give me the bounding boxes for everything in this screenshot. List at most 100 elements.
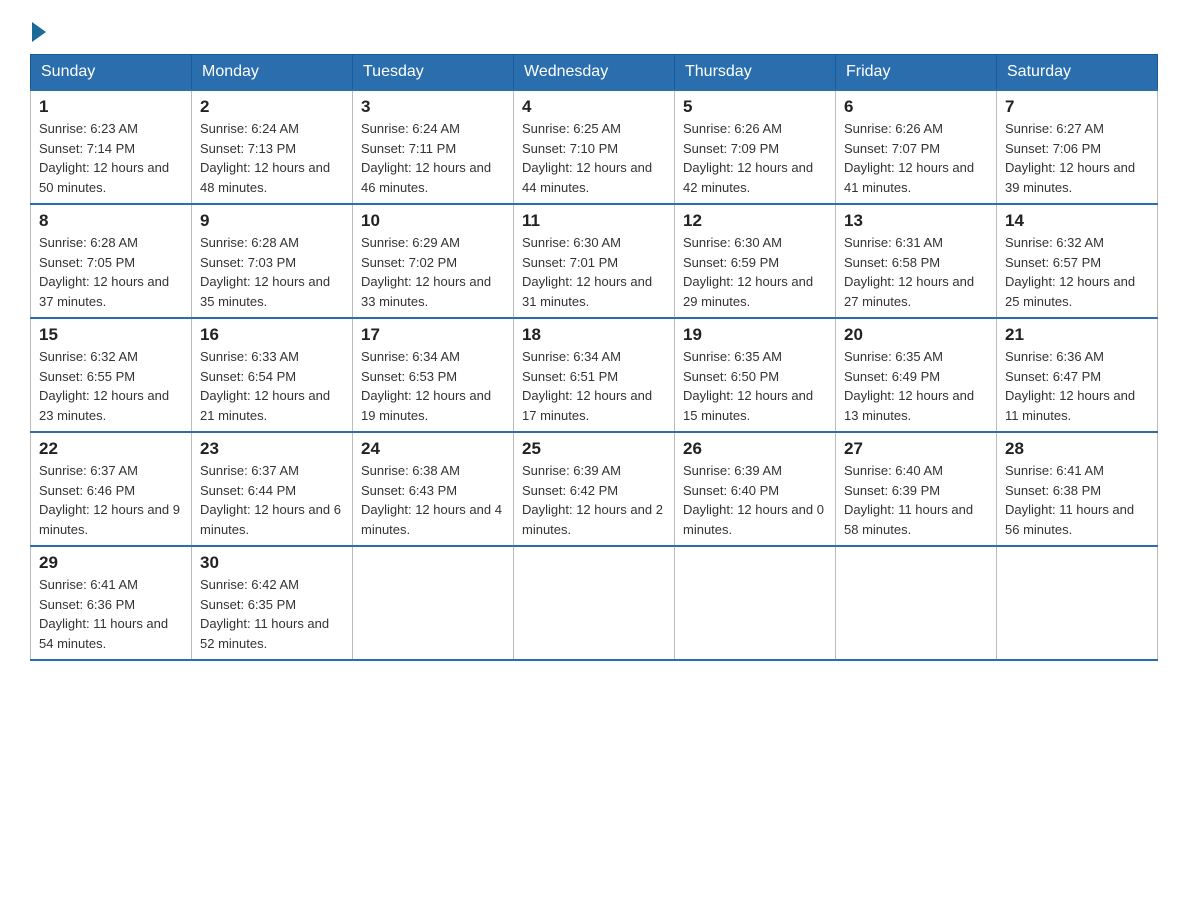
sunrise-label: Sunrise: 6:35 AM: [683, 349, 782, 364]
day-number: 1: [39, 97, 183, 117]
daylight-label: Daylight: 11 hours and 58 minutes.: [844, 502, 973, 537]
logo: [30, 20, 46, 38]
day-info: Sunrise: 6:24 AM Sunset: 7:13 PM Dayligh…: [200, 119, 344, 197]
calendar-cell: 10 Sunrise: 6:29 AM Sunset: 7:02 PM Dayl…: [353, 204, 514, 318]
daylight-label: Daylight: 12 hours and 4 minutes.: [361, 502, 502, 537]
col-header-wednesday: Wednesday: [514, 55, 675, 91]
daylight-label: Daylight: 12 hours and 9 minutes.: [39, 502, 180, 537]
day-info: Sunrise: 6:26 AM Sunset: 7:07 PM Dayligh…: [844, 119, 988, 197]
day-info: Sunrise: 6:32 AM Sunset: 6:57 PM Dayligh…: [1005, 233, 1149, 311]
daylight-label: Daylight: 12 hours and 42 minutes.: [683, 160, 813, 195]
daylight-label: Daylight: 12 hours and 31 minutes.: [522, 274, 652, 309]
sunrise-label: Sunrise: 6:39 AM: [683, 463, 782, 478]
sunset-label: Sunset: 6:54 PM: [200, 369, 296, 384]
daylight-label: Daylight: 12 hours and 23 minutes.: [39, 388, 169, 423]
sunrise-label: Sunrise: 6:24 AM: [361, 121, 460, 136]
day-info: Sunrise: 6:34 AM Sunset: 6:51 PM Dayligh…: [522, 347, 666, 425]
daylight-label: Daylight: 12 hours and 0 minutes.: [683, 502, 824, 537]
calendar-cell: 26 Sunrise: 6:39 AM Sunset: 6:40 PM Dayl…: [675, 432, 836, 546]
sunrise-label: Sunrise: 6:34 AM: [361, 349, 460, 364]
calendar-cell: [353, 546, 514, 660]
page-header: [30, 20, 1158, 38]
sunset-label: Sunset: 7:14 PM: [39, 141, 135, 156]
calendar-cell: [836, 546, 997, 660]
calendar-cell: 19 Sunrise: 6:35 AM Sunset: 6:50 PM Dayl…: [675, 318, 836, 432]
sunset-label: Sunset: 7:10 PM: [522, 141, 618, 156]
calendar-cell: 30 Sunrise: 6:42 AM Sunset: 6:35 PM Dayl…: [192, 546, 353, 660]
day-number: 7: [1005, 97, 1149, 117]
sunrise-label: Sunrise: 6:28 AM: [39, 235, 138, 250]
day-number: 13: [844, 211, 988, 231]
calendar-cell: 20 Sunrise: 6:35 AM Sunset: 6:49 PM Dayl…: [836, 318, 997, 432]
sunset-label: Sunset: 7:13 PM: [200, 141, 296, 156]
daylight-label: Daylight: 12 hours and 21 minutes.: [200, 388, 330, 423]
sunrise-label: Sunrise: 6:32 AM: [1005, 235, 1104, 250]
daylight-label: Daylight: 12 hours and 48 minutes.: [200, 160, 330, 195]
calendar-table: SundayMondayTuesdayWednesdayThursdayFrid…: [30, 54, 1158, 661]
daylight-label: Daylight: 12 hours and 35 minutes.: [200, 274, 330, 309]
sunset-label: Sunset: 6:44 PM: [200, 483, 296, 498]
day-number: 22: [39, 439, 183, 459]
calendar-cell: 9 Sunrise: 6:28 AM Sunset: 7:03 PM Dayli…: [192, 204, 353, 318]
day-number: 4: [522, 97, 666, 117]
sunset-label: Sunset: 6:47 PM: [1005, 369, 1101, 384]
sunrise-label: Sunrise: 6:35 AM: [844, 349, 943, 364]
day-number: 18: [522, 325, 666, 345]
day-info: Sunrise: 6:37 AM Sunset: 6:46 PM Dayligh…: [39, 461, 183, 539]
day-info: Sunrise: 6:35 AM Sunset: 6:50 PM Dayligh…: [683, 347, 827, 425]
day-number: 6: [844, 97, 988, 117]
day-number: 5: [683, 97, 827, 117]
sunrise-label: Sunrise: 6:40 AM: [844, 463, 943, 478]
day-number: 11: [522, 211, 666, 231]
day-number: 26: [683, 439, 827, 459]
day-number: 23: [200, 439, 344, 459]
sunset-label: Sunset: 7:01 PM: [522, 255, 618, 270]
calendar-cell: [997, 546, 1158, 660]
sunrise-label: Sunrise: 6:39 AM: [522, 463, 621, 478]
daylight-label: Daylight: 12 hours and 44 minutes.: [522, 160, 652, 195]
daylight-label: Daylight: 12 hours and 46 minutes.: [361, 160, 491, 195]
sunrise-label: Sunrise: 6:30 AM: [522, 235, 621, 250]
sunset-label: Sunset: 6:39 PM: [844, 483, 940, 498]
daylight-label: Daylight: 12 hours and 25 minutes.: [1005, 274, 1135, 309]
calendar-cell: 25 Sunrise: 6:39 AM Sunset: 6:42 PM Dayl…: [514, 432, 675, 546]
sunrise-label: Sunrise: 6:31 AM: [844, 235, 943, 250]
day-number: 9: [200, 211, 344, 231]
sunrise-label: Sunrise: 6:34 AM: [522, 349, 621, 364]
day-info: Sunrise: 6:27 AM Sunset: 7:06 PM Dayligh…: [1005, 119, 1149, 197]
sunset-label: Sunset: 7:11 PM: [361, 141, 456, 156]
sunset-label: Sunset: 6:46 PM: [39, 483, 135, 498]
day-info: Sunrise: 6:31 AM Sunset: 6:58 PM Dayligh…: [844, 233, 988, 311]
day-number: 29: [39, 553, 183, 573]
sunrise-label: Sunrise: 6:27 AM: [1005, 121, 1104, 136]
day-info: Sunrise: 6:38 AM Sunset: 6:43 PM Dayligh…: [361, 461, 505, 539]
day-info: Sunrise: 6:28 AM Sunset: 7:05 PM Dayligh…: [39, 233, 183, 311]
sunrise-label: Sunrise: 6:26 AM: [844, 121, 943, 136]
day-number: 24: [361, 439, 505, 459]
day-info: Sunrise: 6:28 AM Sunset: 7:03 PM Dayligh…: [200, 233, 344, 311]
day-number: 20: [844, 325, 988, 345]
daylight-label: Daylight: 12 hours and 2 minutes.: [522, 502, 663, 537]
day-info: Sunrise: 6:24 AM Sunset: 7:11 PM Dayligh…: [361, 119, 505, 197]
calendar-cell: 15 Sunrise: 6:32 AM Sunset: 6:55 PM Dayl…: [31, 318, 192, 432]
daylight-label: Daylight: 12 hours and 33 minutes.: [361, 274, 491, 309]
calendar-cell: 12 Sunrise: 6:30 AM Sunset: 6:59 PM Dayl…: [675, 204, 836, 318]
sunset-label: Sunset: 6:58 PM: [844, 255, 940, 270]
sunrise-label: Sunrise: 6:23 AM: [39, 121, 138, 136]
day-number: 19: [683, 325, 827, 345]
daylight-label: Daylight: 12 hours and 29 minutes.: [683, 274, 813, 309]
day-info: Sunrise: 6:33 AM Sunset: 6:54 PM Dayligh…: [200, 347, 344, 425]
calendar-cell: [675, 546, 836, 660]
sunset-label: Sunset: 7:07 PM: [844, 141, 940, 156]
day-info: Sunrise: 6:29 AM Sunset: 7:02 PM Dayligh…: [361, 233, 505, 311]
sunrise-label: Sunrise: 6:41 AM: [39, 577, 138, 592]
day-number: 15: [39, 325, 183, 345]
sunrise-label: Sunrise: 6:33 AM: [200, 349, 299, 364]
sunrise-label: Sunrise: 6:42 AM: [200, 577, 299, 592]
calendar-cell: 4 Sunrise: 6:25 AM Sunset: 7:10 PM Dayli…: [514, 90, 675, 204]
calendar-cell: 6 Sunrise: 6:26 AM Sunset: 7:07 PM Dayli…: [836, 90, 997, 204]
day-info: Sunrise: 6:42 AM Sunset: 6:35 PM Dayligh…: [200, 575, 344, 653]
calendar-cell: 14 Sunrise: 6:32 AM Sunset: 6:57 PM Dayl…: [997, 204, 1158, 318]
sunset-label: Sunset: 6:35 PM: [200, 597, 296, 612]
sunrise-label: Sunrise: 6:29 AM: [361, 235, 460, 250]
